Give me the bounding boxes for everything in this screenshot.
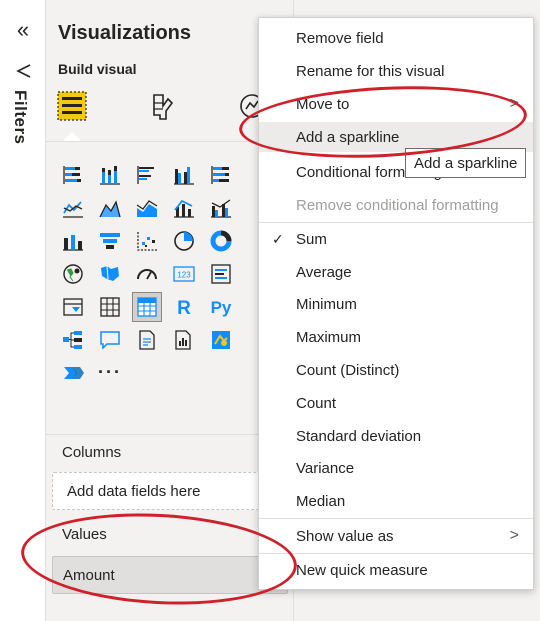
- line-chart-icon[interactable]: [58, 193, 88, 223]
- build-visual-icon: [57, 91, 87, 121]
- menu-item-rename[interactable]: Rename for this visual: [259, 56, 533, 86]
- decomposition-tree-icon[interactable]: [58, 325, 88, 355]
- paginated-report-icon[interactable]: [169, 325, 199, 355]
- arcgis-map-icon[interactable]: [206, 325, 236, 355]
- donut-chart-icon[interactable]: [206, 226, 236, 256]
- card-icon[interactable]: 123: [169, 259, 199, 289]
- pie-chart-icon[interactable]: [169, 226, 199, 256]
- menu-item-maximum[interactable]: Maximum: [259, 322, 533, 352]
- gauge-icon[interactable]: [132, 259, 162, 289]
- columns-drop-zone[interactable]: Add data fields here: [52, 472, 288, 510]
- menu-separator: [259, 222, 533, 223]
- format-visual-icon: [153, 94, 174, 120]
- more-visuals-icon[interactable]: ···: [95, 358, 125, 388]
- area-chart-icon[interactable]: [95, 193, 125, 223]
- smart-narrative-icon[interactable]: [132, 325, 162, 355]
- filters-pane: « Filters: [0, 0, 46, 621]
- menu-item-label: Remove field: [296, 29, 384, 47]
- qa-icon[interactable]: [95, 325, 125, 355]
- scatter-chart-icon[interactable]: [132, 226, 162, 256]
- menu-item-sum[interactable]: ✓ Sum: [259, 224, 533, 254]
- stacked-bar-chart-icon[interactable]: [58, 160, 88, 190]
- menu-item-minimum[interactable]: Minimum: [259, 289, 533, 319]
- menu-item-standard-deviation[interactable]: Standard deviation: [259, 421, 533, 451]
- r-icon-text: R: [177, 298, 191, 319]
- r-script-icon[interactable]: R: [169, 292, 199, 322]
- divider: [46, 434, 294, 435]
- clustered-column-chart-icon[interactable]: [169, 160, 199, 190]
- columns-placeholder: Add data fields here: [67, 482, 201, 500]
- map-icon[interactable]: [58, 259, 88, 289]
- menu-item-label: Median: [296, 492, 346, 510]
- multi-row-card-icon[interactable]: [206, 259, 236, 289]
- line-and-stacked-column-icon[interactable]: [169, 193, 199, 223]
- menu-item-label: Average: [296, 263, 352, 281]
- menu-item-label: Minimum: [296, 295, 357, 313]
- filled-map-icon[interactable]: [95, 259, 125, 289]
- menu-item-label: Maximum: [296, 328, 362, 346]
- menu-item-label: Standard deviation: [296, 427, 422, 445]
- double-chevron-left-icon[interactable]: «: [11, 17, 35, 42]
- menu-item-label: Count: [296, 394, 337, 412]
- line-and-clustered-column-icon[interactable]: [206, 193, 236, 223]
- python-visual-icon[interactable]: Py: [206, 292, 236, 322]
- card-icon-text: 123: [177, 270, 191, 279]
- matrix-icon[interactable]: [132, 291, 162, 322]
- menu-item-label: Show value as: [296, 527, 394, 545]
- filters-label[interactable]: Filters: [10, 90, 30, 145]
- menu-separator: [259, 553, 533, 554]
- menu-item-median[interactable]: Median: [259, 486, 533, 516]
- chevron-right-icon: >: [509, 527, 519, 544]
- format-visual-tab[interactable]: [143, 84, 183, 128]
- menu-separator: [259, 518, 533, 519]
- menu-item-average[interactable]: Average: [259, 257, 533, 287]
- menu-item-remove-field[interactable]: Remove field: [259, 23, 533, 53]
- build-visual-tab[interactable]: [52, 84, 92, 128]
- clustered-bar-chart-icon[interactable]: [132, 160, 162, 190]
- checkmark-icon: ✓: [272, 230, 284, 247]
- menu-item-show-value-as[interactable]: Show value as >: [259, 521, 533, 551]
- funnel-icon: [16, 64, 31, 78]
- menu-item-count[interactable]: Count: [259, 388, 533, 418]
- menu-item-count-distinct[interactable]: Count (Distinct): [259, 355, 533, 385]
- table-icon[interactable]: [95, 292, 125, 322]
- more-visuals-label: ···: [98, 362, 122, 382]
- slicer-icon[interactable]: [58, 292, 88, 322]
- stacked-area-chart-icon[interactable]: [132, 193, 162, 223]
- columns-well-label: Columns: [62, 444, 122, 461]
- build-visual-label: Build visual: [58, 61, 137, 77]
- ribbon-chart-icon[interactable]: [58, 226, 88, 256]
- menu-item-variance[interactable]: Variance: [259, 453, 533, 483]
- menu-item-label: Remove conditional formatting: [296, 196, 499, 214]
- menu-item-new-quick-measure[interactable]: New quick measure: [259, 555, 533, 585]
- menu-item-label: Variance: [296, 459, 355, 477]
- py-icon-text: Py: [211, 298, 232, 317]
- menu-item-label: New quick measure: [296, 561, 428, 579]
- stacked-column-chart-icon[interactable]: [95, 160, 125, 190]
- menu-item-label: Rename for this visual: [296, 62, 445, 80]
- menu-item-label: Count (Distinct): [296, 361, 400, 379]
- funnel-chart-icon[interactable]: [95, 226, 125, 256]
- menu-item-remove-conditional-formatting: Remove conditional formatting: [259, 190, 533, 220]
- power-automate-icon[interactable]: [58, 358, 88, 388]
- pane-title: Visualizations: [58, 22, 192, 44]
- menu-item-label: Sum: [296, 230, 327, 248]
- 100-stacked-bar-chart-icon[interactable]: [206, 160, 236, 190]
